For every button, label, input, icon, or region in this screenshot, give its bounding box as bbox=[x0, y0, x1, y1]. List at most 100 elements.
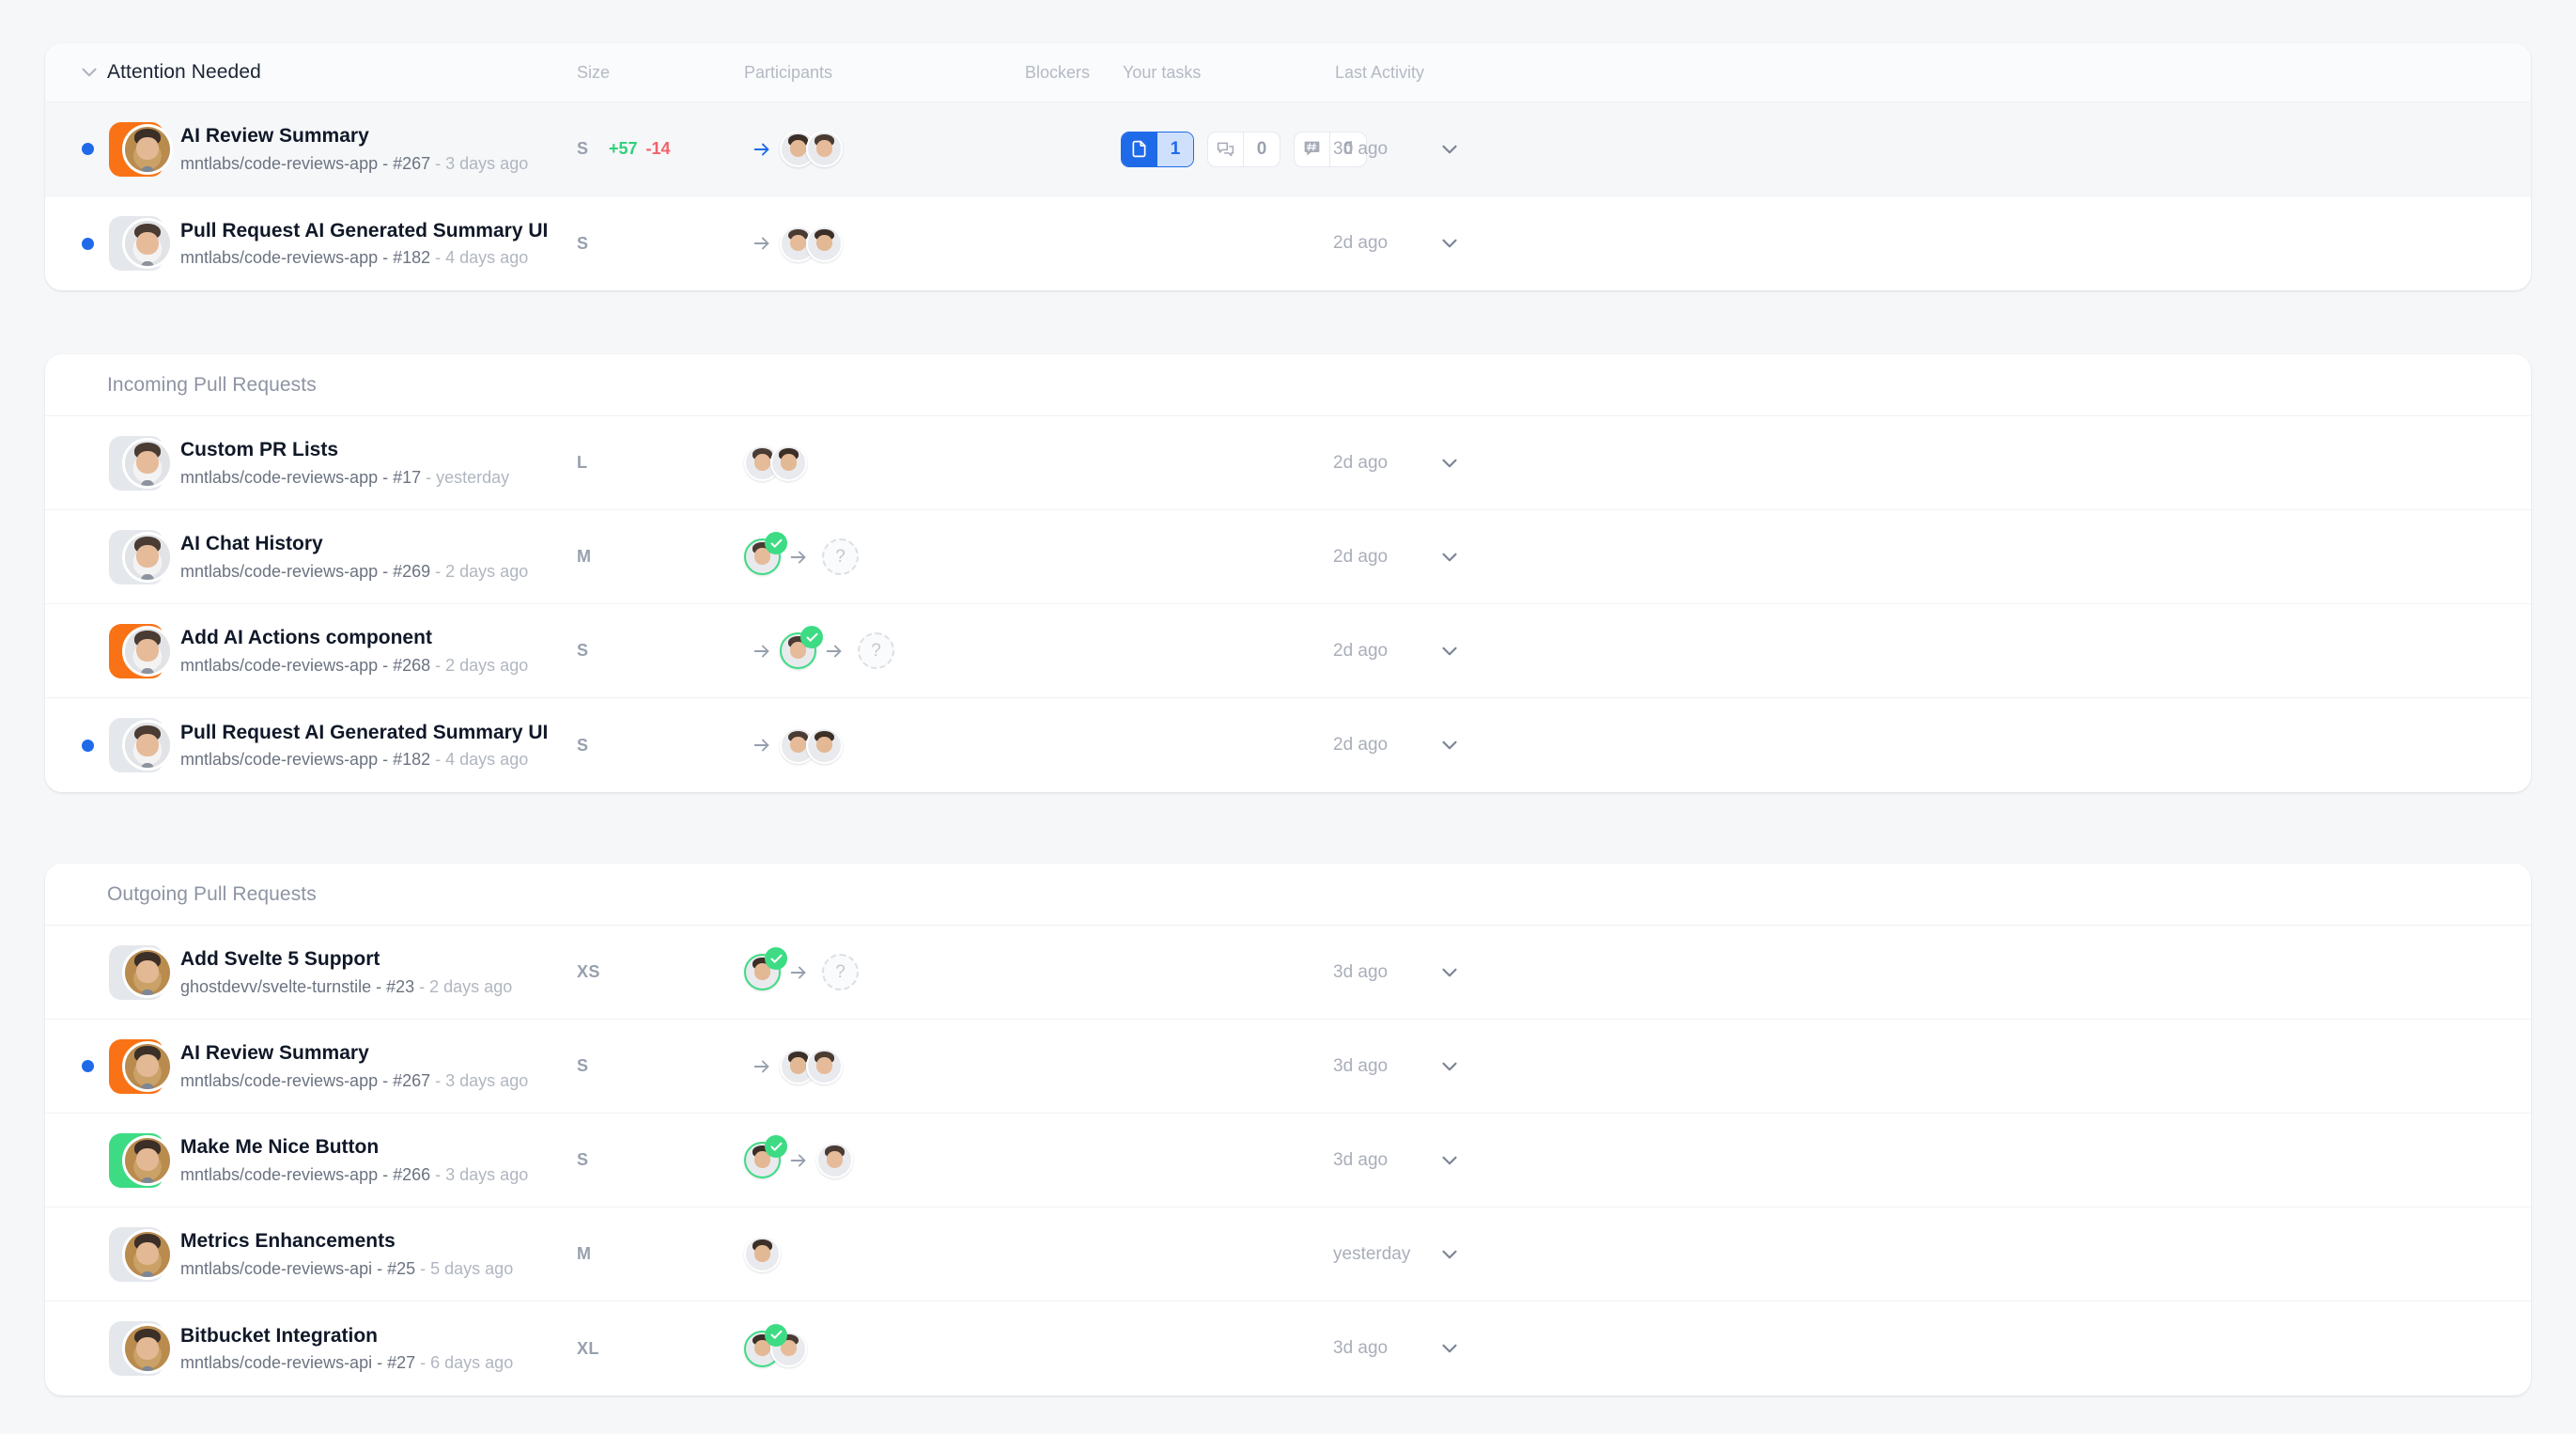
participants-group bbox=[744, 225, 843, 262]
last-activity-cell: 3d ago bbox=[1333, 102, 1388, 195]
participants-group bbox=[744, 1135, 853, 1178]
unread-dot bbox=[82, 1154, 94, 1166]
repo-and-number: mntlabs/code-reviews-app - #182 bbox=[180, 248, 431, 268]
size-label: M bbox=[577, 547, 592, 566]
last-activity-cell: 2d ago bbox=[1333, 698, 1388, 792]
pending-reviewer-placeholder[interactable]: ? bbox=[858, 632, 894, 669]
section-title: Incoming Pull Requests bbox=[107, 373, 317, 396]
size-cell: S bbox=[577, 102, 588, 195]
pull-request-row[interactable]: AI Review Summary mntlabs/code-reviews-a… bbox=[45, 1020, 2531, 1114]
repo-and-number: mntlabs/code-reviews-app - #17 bbox=[180, 467, 422, 487]
chevron-down-icon[interactable] bbox=[1431, 1336, 1468, 1361]
participant-avatar[interactable] bbox=[806, 225, 843, 262]
avatar-portrait bbox=[772, 446, 805, 479]
section-title: Outgoing Pull Requests bbox=[107, 882, 317, 905]
chevron-down-icon[interactable] bbox=[1431, 1148, 1468, 1173]
author-avatar[interactable] bbox=[122, 1040, 173, 1092]
participants-group: ? bbox=[744, 947, 859, 990]
author-avatar-plate bbox=[109, 121, 173, 177]
section-header: Incoming Pull Requests bbox=[45, 354, 2531, 416]
pull-request-title: AI Chat History bbox=[180, 533, 323, 555]
participant-avatar[interactable] bbox=[806, 131, 843, 167]
review-arrow-icon bbox=[788, 547, 809, 568]
pull-request-row[interactable]: Bitbucket Integration mntlabs/code-revie… bbox=[45, 1302, 2531, 1395]
author-avatar[interactable] bbox=[122, 946, 173, 998]
pull-request-row[interactable]: AI Chat History mntlabs/code-reviews-app… bbox=[45, 510, 2531, 604]
pull-request-row[interactable]: Pull Request AI Generated Summary UI mnt… bbox=[45, 698, 2531, 792]
size-label: S bbox=[577, 1150, 589, 1169]
author-avatar[interactable] bbox=[122, 218, 173, 269]
participant-avatar[interactable] bbox=[806, 726, 843, 764]
last-activity-cell: 3d ago bbox=[1333, 1302, 1388, 1395]
author-avatar[interactable] bbox=[122, 123, 173, 175]
participant-avatar[interactable] bbox=[744, 947, 787, 990]
row-expand-cell bbox=[1431, 926, 1468, 1019]
pull-request-row[interactable]: Add Svelte 5 Support ghostdevv/svelte-tu… bbox=[45, 926, 2531, 1020]
participant-avatar[interactable] bbox=[744, 532, 787, 575]
last-activity-label: 2d ago bbox=[1333, 546, 1389, 567]
author-avatar[interactable] bbox=[122, 1323, 173, 1374]
task-count: 0 bbox=[1256, 138, 1267, 159]
repo-and-number: ghostdevv/svelte-turnstile - #23 bbox=[180, 976, 415, 996]
pull-request-row[interactable]: Metrics Enhancements mntlabs/code-review… bbox=[45, 1208, 2531, 1302]
participants-cell: ? bbox=[744, 926, 859, 1019]
participants-cell bbox=[744, 698, 843, 792]
unread-indicator-cell bbox=[66, 143, 109, 155]
participants-cell bbox=[744, 416, 807, 509]
participant-avatar[interactable] bbox=[744, 1135, 787, 1178]
diff-cell bbox=[609, 604, 617, 697]
pull-request-text: Custom PR Lists mntlabs/code-reviews-app… bbox=[180, 438, 509, 487]
pull-request-text: AI Review Summary mntlabs/code-reviews-a… bbox=[180, 1041, 528, 1090]
review-arrow-icon bbox=[752, 641, 772, 662]
pull-request-meta: mntlabs/code-reviews-api - #27 - 6 days … bbox=[180, 1353, 513, 1373]
chevron-down-icon[interactable] bbox=[1431, 231, 1468, 256]
author-avatar[interactable] bbox=[122, 531, 173, 583]
pull-request-row[interactable]: AI Review Summary mntlabs/code-reviews-a… bbox=[45, 102, 2531, 196]
task-badge-file-diff[interactable]: 1 bbox=[1121, 131, 1194, 167]
row-expand-cell bbox=[1431, 1302, 1468, 1395]
author-avatar[interactable] bbox=[122, 437, 173, 489]
author-avatar[interactable] bbox=[122, 720, 173, 771]
collapse-section-chevron-icon[interactable] bbox=[71, 60, 107, 85]
author-avatar[interactable] bbox=[122, 625, 173, 677]
task-badge-comments[interactable]: 0 bbox=[1207, 131, 1280, 167]
pull-request-meta: mntlabs/code-reviews-api - #25 - 5 days … bbox=[180, 1259, 513, 1279]
chevron-down-icon[interactable] bbox=[1431, 137, 1468, 162]
size-label: S bbox=[577, 233, 589, 253]
unread-indicator-cell bbox=[66, 1248, 109, 1260]
pull-request-row[interactable]: Add AI Actions component mntlabs/code-re… bbox=[45, 604, 2531, 698]
participant-avatar[interactable] bbox=[744, 1236, 781, 1272]
pull-request-text: Pull Request AI Generated Summary UI mnt… bbox=[180, 721, 548, 770]
chevron-down-icon[interactable] bbox=[1431, 1242, 1468, 1267]
participant-avatar[interactable] bbox=[780, 626, 823, 669]
chevron-down-icon[interactable] bbox=[1431, 733, 1468, 757]
pull-request-meta: mntlabs/code-reviews-app - #17 - yesterd… bbox=[180, 468, 509, 488]
pull-request-title: Pull Request AI Generated Summary UI bbox=[180, 721, 549, 743]
pending-reviewer-placeholder[interactable]: ? bbox=[822, 538, 859, 575]
participants-group bbox=[744, 1048, 843, 1084]
repo-and-number: mntlabs/code-reviews-app - #269 bbox=[180, 561, 431, 581]
column-header-participants: Participants bbox=[744, 63, 833, 82]
pull-request-meta: mntlabs/code-reviews-app - #269 - 2 days… bbox=[180, 562, 528, 582]
size-cell: XS bbox=[577, 926, 600, 1019]
chevron-down-icon[interactable] bbox=[1431, 960, 1468, 985]
author-avatar-plate bbox=[109, 944, 173, 1000]
chevron-down-icon[interactable] bbox=[1431, 451, 1468, 475]
participant-avatar[interactable] bbox=[816, 1142, 853, 1178]
participant-avatar[interactable] bbox=[770, 444, 807, 481]
author-avatar[interactable] bbox=[122, 1228, 173, 1280]
participant-avatar[interactable] bbox=[806, 1048, 843, 1084]
chevron-down-icon[interactable] bbox=[1431, 639, 1468, 663]
author-avatar-plate bbox=[109, 1132, 173, 1188]
avatar-portrait bbox=[818, 1144, 851, 1177]
pending-reviewer-placeholder[interactable]: ? bbox=[822, 954, 859, 990]
avatar-portrait bbox=[808, 227, 841, 260]
last-activity-cell: yesterday bbox=[1333, 1208, 1410, 1301]
chevron-down-icon[interactable] bbox=[1431, 1054, 1468, 1079]
pull-request-row[interactable]: Pull Request AI Generated Summary UI mnt… bbox=[45, 196, 2531, 290]
pull-request-row[interactable]: Make Me Nice Button mntlabs/code-reviews… bbox=[45, 1114, 2531, 1208]
chevron-down-icon[interactable] bbox=[1431, 545, 1468, 569]
author-avatar[interactable] bbox=[122, 1134, 173, 1186]
column-header-last-activity: Last Activity bbox=[1335, 63, 1425, 82]
pull-request-row[interactable]: Custom PR Lists mntlabs/code-reviews-app… bbox=[45, 416, 2531, 510]
